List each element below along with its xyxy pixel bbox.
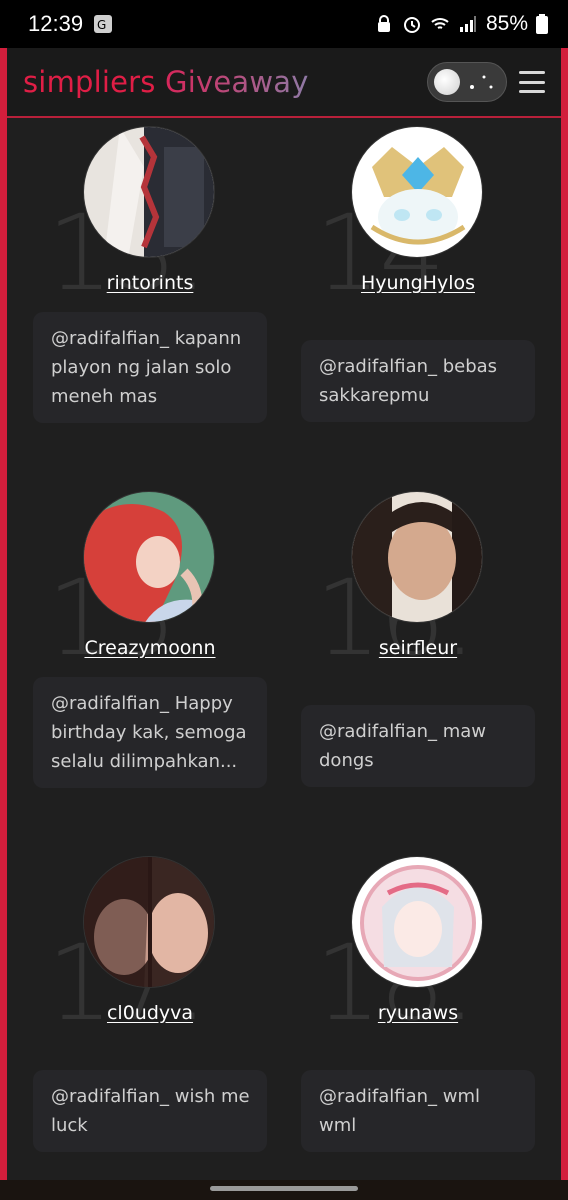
participant-card: 14. HyungHylos @radifalfian_ bebas sakka… (301, 126, 535, 456)
app-frame: simpliers Giveaway 13. rintorints @radif… (0, 48, 568, 1180)
comment-bubble: @radifalfian_ wml wml (301, 1070, 535, 1152)
stars-icon (470, 75, 493, 89)
brand-part2: Giveaway (165, 65, 309, 99)
participant-card: 17. cl0udyva @radifalfian_ wish me luck (33, 856, 267, 1186)
battery-icon (536, 14, 548, 34)
participant-card: 15. Creazymoonn @radifalfian_ Happy birt… (33, 491, 267, 821)
status-time: 12:39 (28, 11, 84, 36)
username-link[interactable]: rintorints (33, 272, 267, 294)
username-link[interactable]: ryunaws (301, 1002, 535, 1024)
signal-icon (459, 16, 476, 32)
username-link[interactable]: Creazymoonn (33, 637, 267, 659)
home-gesture-bar[interactable] (210, 1186, 358, 1191)
system-nav-bar (0, 1180, 568, 1200)
wifi-icon (431, 18, 449, 29)
app-header: simpliers Giveaway (7, 48, 561, 118)
participant-card: 16. seirfleur @radifalfian_ maw dongs (301, 491, 535, 821)
alarm-icon (403, 17, 420, 33)
comment-bubble: @radifalfian_ Happy birthday kak, semoga… (33, 677, 267, 788)
avatar[interactable] (83, 491, 215, 623)
avatar[interactable] (83, 856, 215, 988)
lock-icon (377, 15, 390, 32)
username-link[interactable]: HyungHylos (301, 272, 535, 294)
svg-text:G: G (97, 18, 106, 32)
username-link[interactable]: seirfleur (301, 637, 535, 659)
comment-bubble: @radifalfian_ maw dongs (301, 705, 535, 787)
brand-part1: simpliers (23, 65, 156, 99)
translate-icon: G (94, 15, 113, 33)
avatar[interactable] (83, 126, 215, 258)
comment-bubble: @radifalfian_ bebas sakkarepmu (301, 340, 535, 422)
avatar[interactable] (351, 856, 483, 988)
status-bar: 12:39 G 85% (0, 0, 568, 48)
brand-logo[interactable]: simpliers Giveaway (23, 65, 309, 99)
moon-icon (434, 69, 460, 95)
participant-card: 13. rintorints @radifalfian_ kapann play… (33, 126, 267, 456)
comment-bubble: @radifalfian_ wish me luck (33, 1070, 267, 1152)
comment-bubble: @radifalfian_ kapann playon ng jalan sol… (33, 312, 267, 423)
avatar[interactable] (351, 126, 483, 258)
battery-percent: 85% (485, 12, 528, 35)
participant-card: 18. ryunaws @radifalfian_ wml wml (301, 856, 535, 1186)
theme-toggle[interactable] (427, 62, 507, 102)
username-link[interactable]: cl0udyva (33, 1002, 267, 1024)
menu-icon[interactable] (519, 71, 545, 93)
avatar[interactable] (351, 491, 483, 623)
